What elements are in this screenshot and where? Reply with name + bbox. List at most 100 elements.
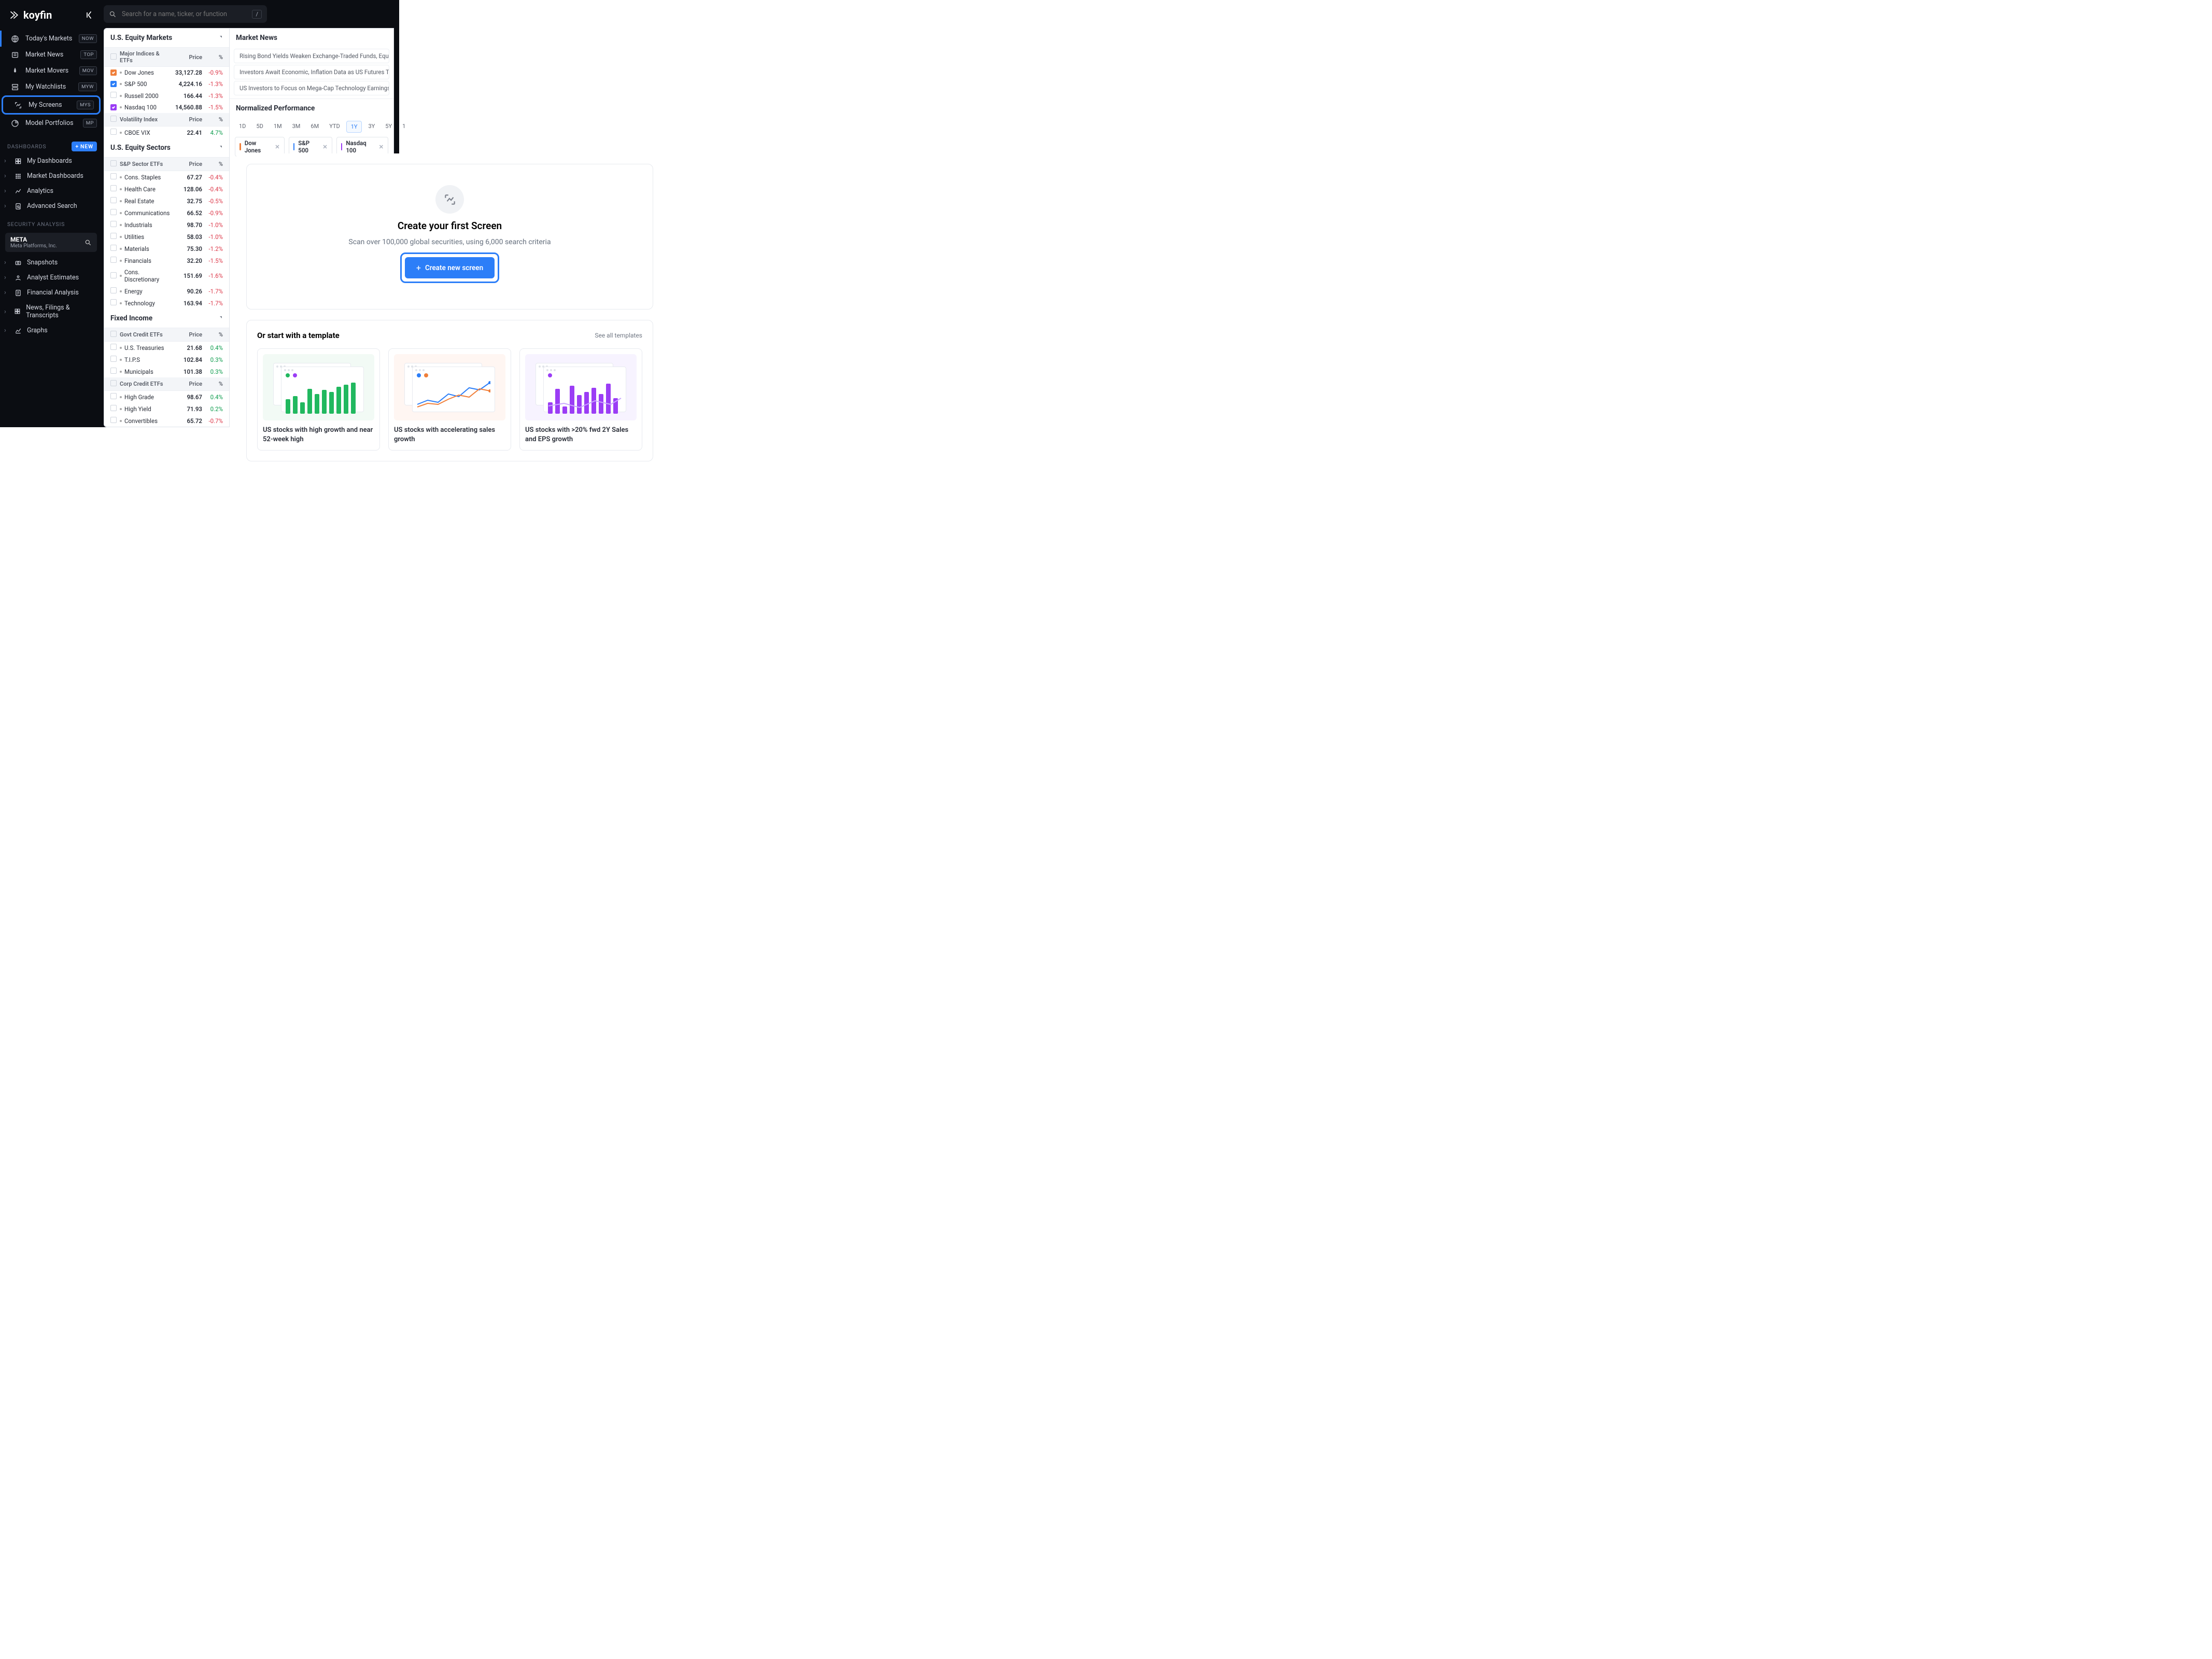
normalized-performance-title: Normalized Performance (236, 104, 315, 113)
sec-news-filings-transcripts[interactable]: ›News, Filings & Transcripts (0, 300, 102, 323)
range-5Y[interactable]: 5Y (381, 121, 396, 133)
news-item[interactable]: Rising Bond Yields Weaken Exchange-Trade… (234, 49, 389, 63)
range-YTD[interactable]: YTD (325, 121, 344, 133)
nav-market-news[interactable]: Market NewsTOP (0, 47, 102, 63)
panel-title: Fixed Income (110, 314, 152, 322)
global-search[interactable]: / (104, 5, 267, 23)
create-new-screen-button[interactable]: + Create new screen (405, 257, 495, 278)
data-row[interactable]: High Yield71.930.2% (104, 403, 229, 415)
data-row[interactable]: High Grade98.670.4% (104, 391, 229, 403)
remove-icon[interactable]: ✕ (322, 144, 327, 150)
search-input[interactable] (122, 10, 247, 18)
sec-analyst-estimates[interactable]: ›Analyst Estimates (0, 270, 102, 285)
checkbox[interactable] (110, 104, 117, 110)
data-row[interactable]: Municipals101.380.3% (104, 365, 229, 377)
data-row[interactable]: Industrials98.70-1.0% (104, 219, 229, 231)
data-row[interactable]: CBOE VIX22.414.7% (104, 126, 229, 138)
checkbox[interactable] (110, 344, 117, 350)
checkbox[interactable] (110, 233, 117, 239)
checkbox[interactable] (110, 331, 117, 337)
data-row[interactable]: Convertibles65.72-0.7% (104, 415, 229, 427)
checkbox[interactable] (110, 405, 117, 411)
dash-my-dashboards[interactable]: ›My Dashboards (0, 153, 102, 168)
sec-snapshots[interactable]: ›Snapshots (0, 255, 102, 270)
see-all-templates-link[interactable]: See all templates (595, 332, 642, 339)
data-row[interactable]: Utilities58.03-1.0% (104, 231, 229, 243)
nav-model-portfolios[interactable]: Model PortfoliosMP (0, 115, 102, 131)
range-1M[interactable]: 1M (270, 121, 286, 133)
checkbox[interactable] (110, 287, 117, 293)
checkbox[interactable] (110, 221, 117, 227)
data-row[interactable]: Real Estate32.75-0.5% (104, 195, 229, 207)
checkbox[interactable] (110, 81, 117, 87)
range-1Y[interactable]: 1Y (346, 121, 362, 133)
dash-analytics[interactable]: ›Analytics (0, 184, 102, 199)
checkbox[interactable] (110, 116, 117, 122)
news-item[interactable]: US Investors to Focus on Mega-Cap Techno… (234, 81, 389, 95)
sec-financial-analysis[interactable]: ›Financial Analysis (0, 285, 102, 300)
template-section-title: Or start with a template (257, 331, 340, 340)
market-news-title: Market News (236, 34, 277, 42)
sec-graphs[interactable]: ›Graphs (0, 323, 102, 338)
remove-icon[interactable]: ✕ (379, 144, 384, 150)
range-1D[interactable]: 1D (235, 121, 250, 133)
data-row[interactable]: T.I.P.S102.840.3% (104, 354, 229, 365)
nav-today-s-markets[interactable]: Today's MarketsNOW (0, 31, 102, 47)
checkbox[interactable] (110, 417, 117, 423)
nav-my-watchlists[interactable]: My WatchlistsMYW (0, 79, 102, 95)
range-1[interactable]: 1 (398, 121, 410, 133)
data-row[interactable]: Health Care128.06-0.4% (104, 183, 229, 195)
checkbox[interactable] (110, 69, 117, 76)
expand-icon[interactable] (217, 315, 223, 321)
range-3M[interactable]: 3M (288, 121, 305, 133)
data-row[interactable]: Financials32.20-1.5% (104, 255, 229, 266)
checkbox[interactable] (110, 245, 117, 251)
security-selector[interactable]: META Meta Platforms, Inc. (5, 233, 97, 252)
data-row[interactable]: Cons. Staples67.27-0.4% (104, 171, 229, 183)
data-row[interactable]: U.S. Treasuries21.680.4% (104, 342, 229, 354)
dash-market-dashboards[interactable]: ›Market Dashboards (0, 168, 102, 184)
data-row[interactable]: S&P 5004,224.16-1.3% (104, 78, 229, 90)
checkbox[interactable] (110, 129, 117, 135)
data-row[interactable]: Technology163.94-1.7% (104, 297, 229, 309)
template-card[interactable]: US stocks with >20% fwd 2Y Sales and EPS… (519, 348, 642, 451)
checkbox[interactable] (110, 197, 117, 203)
template-card[interactable]: US stocks with accelerating sales growth (388, 348, 511, 451)
checkbox[interactable] (110, 356, 117, 362)
checkbox[interactable] (110, 368, 117, 374)
checkbox[interactable] (110, 209, 117, 215)
data-row[interactable]: Communications66.52-0.9% (104, 207, 229, 219)
checkbox[interactable] (110, 160, 117, 166)
news-item[interactable]: Investors Await Economic, Inflation Data… (234, 65, 389, 79)
range-3Y[interactable]: 3Y (364, 121, 379, 133)
checkbox[interactable] (110, 299, 117, 305)
nav-market-movers[interactable]: Market MoversMOV (0, 63, 102, 79)
data-row[interactable]: Cons. Discretionary151.69-1.6% (104, 266, 229, 285)
checkbox[interactable] (110, 173, 117, 179)
data-row[interactable]: Materials75.30-1.2% (104, 243, 229, 255)
checkbox[interactable] (110, 393, 117, 399)
data-row[interactable]: Energy90.26-1.7% (104, 285, 229, 297)
panel-title: U.S. Equity Markets (110, 34, 172, 42)
range-6M[interactable]: 6M (306, 121, 323, 133)
checkbox[interactable] (110, 380, 117, 386)
dash-advanced-search[interactable]: ›Advanced Search (0, 199, 102, 214)
brand-logo[interactable]: koyfin (9, 9, 52, 21)
new-dashboard-button[interactable]: + NEW (72, 142, 97, 151)
data-row[interactable]: Nasdaq 10014,560.88-1.5% (104, 102, 229, 113)
checkbox[interactable] (110, 257, 117, 263)
remove-icon[interactable]: ✕ (275, 144, 279, 150)
data-row[interactable]: Russell 2000166.44-1.3% (104, 90, 229, 102)
chevron-right-icon: › (4, 327, 9, 334)
collapse-sidebar-icon[interactable] (84, 10, 95, 20)
expand-icon[interactable] (217, 145, 223, 151)
template-card[interactable]: US stocks with high growth and near 52-w… (257, 348, 380, 451)
range-5D[interactable]: 5D (252, 121, 267, 133)
checkbox[interactable] (110, 53, 117, 60)
expand-icon[interactable] (217, 35, 223, 41)
data-row[interactable]: Dow Jones33,127.28-0.9% (104, 67, 229, 78)
checkbox[interactable] (110, 92, 117, 98)
checkbox[interactable] (110, 272, 117, 278)
nav-my-screens[interactable]: My ScreensMYS (3, 97, 99, 113)
checkbox[interactable] (110, 185, 117, 191)
